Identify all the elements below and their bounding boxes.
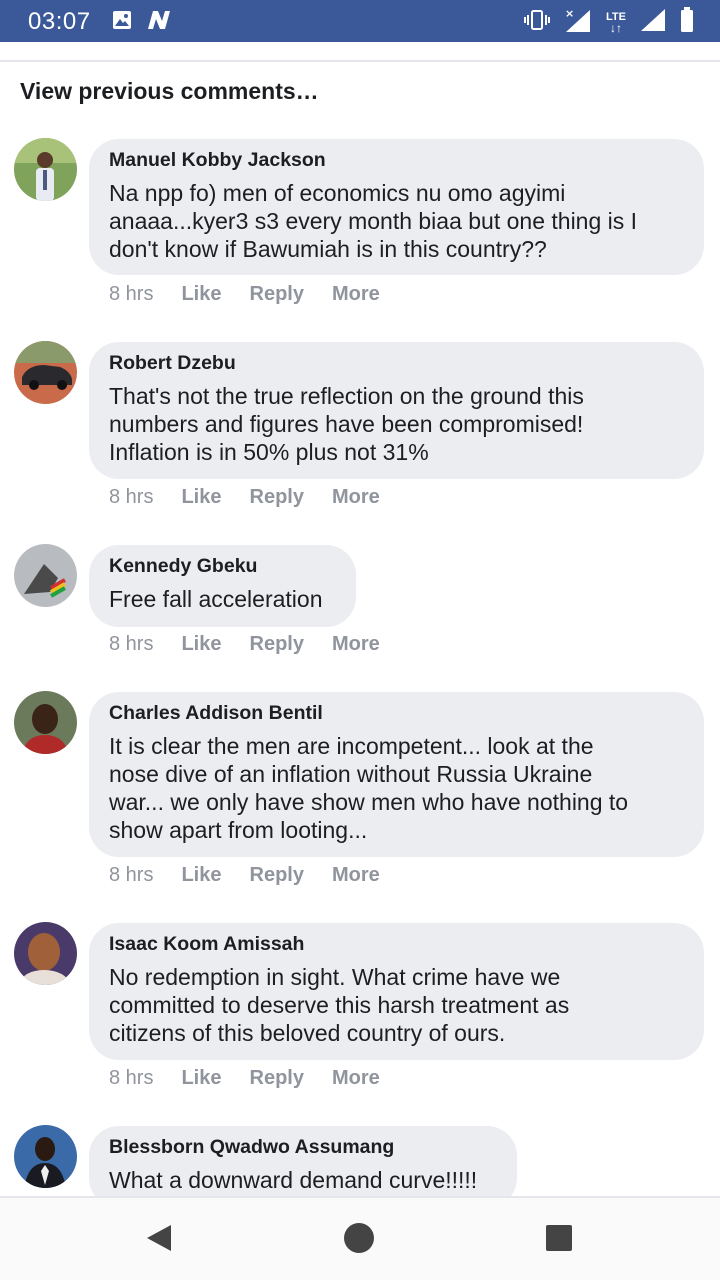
more-button[interactable]: More bbox=[332, 633, 380, 656]
reply-button[interactable]: Reply bbox=[250, 633, 304, 656]
avatar[interactable] bbox=[14, 138, 77, 201]
status-notification-icons bbox=[112, 10, 172, 35]
avatar[interactable] bbox=[14, 922, 77, 985]
comment-author[interactable]: Blessborn Qwadwo Assumang bbox=[109, 1135, 497, 1160]
signal-icon: × bbox=[564, 7, 592, 38]
more-button[interactable]: More bbox=[332, 486, 380, 509]
data-arrows-icon: ↓↑ bbox=[610, 20, 623, 35]
like-button[interactable]: Like bbox=[181, 864, 221, 887]
comment-bubble[interactable]: Robert Dzebu That's not the true reflect… bbox=[89, 342, 704, 479]
comment-author[interactable]: Isaac Koom Amissah bbox=[109, 932, 684, 957]
comment-author[interactable]: Charles Addison Bentil bbox=[109, 701, 684, 726]
avatar[interactable] bbox=[14, 691, 77, 754]
comments-list: Manuel Kobby Jackson Na npp fo) men of e… bbox=[0, 138, 720, 1196]
comment-time[interactable]: 8 hrs bbox=[109, 1067, 153, 1090]
avatar[interactable] bbox=[14, 544, 77, 607]
reply-button[interactable]: Reply bbox=[250, 486, 304, 509]
status-system-icons: × LTE ↓↑ bbox=[524, 7, 694, 38]
svg-text:×: × bbox=[565, 7, 574, 20]
comment-author[interactable]: Manuel Kobby Jackson bbox=[109, 148, 684, 173]
comment-time[interactable]: 8 hrs bbox=[109, 633, 153, 656]
comment-bubble[interactable]: Kennedy Gbeku Free fall acceleration bbox=[89, 545, 356, 627]
status-bar: 03:07 × LTE ↓↑ bbox=[0, 0, 720, 42]
comment-actions: 8 hrs Like Reply More bbox=[109, 283, 408, 306]
more-button[interactable]: More bbox=[332, 1067, 380, 1090]
comment-text: What a downward demand curve!!!!! bbox=[109, 1167, 478, 1193]
comment-bubble[interactable]: Manuel Kobby Jackson Na npp fo) men of e… bbox=[89, 139, 704, 275]
comment-author[interactable]: Robert Dzebu bbox=[109, 351, 684, 376]
comment-author[interactable]: Kennedy Gbeku bbox=[109, 554, 336, 579]
reply-button[interactable]: Reply bbox=[250, 1067, 304, 1090]
more-button[interactable]: More bbox=[332, 283, 380, 306]
n-app-icon bbox=[146, 10, 172, 35]
like-button[interactable]: Like bbox=[181, 283, 221, 306]
comment-text: It is clear the men are incompetent... l… bbox=[109, 733, 629, 843]
comment-text: Na npp fo) men of economics nu omo agyim… bbox=[109, 180, 638, 262]
like-button[interactable]: Like bbox=[181, 486, 221, 509]
comment-time[interactable]: 8 hrs bbox=[109, 486, 153, 509]
header-divider bbox=[0, 60, 720, 62]
like-button[interactable]: Like bbox=[181, 633, 221, 656]
avatar[interactable] bbox=[14, 1125, 77, 1188]
avatar[interactable] bbox=[14, 341, 77, 404]
comment-text: No redemption in sight. What crime have … bbox=[109, 964, 570, 1046]
comment-time[interactable]: 8 hrs bbox=[109, 283, 153, 306]
system-nav-bar bbox=[0, 1198, 720, 1280]
battery-icon bbox=[680, 7, 694, 38]
like-button[interactable]: Like bbox=[181, 1067, 221, 1090]
reply-button[interactable]: Reply bbox=[250, 864, 304, 887]
comment-bubble[interactable]: Isaac Koom Amissah No redemption in sigh… bbox=[89, 923, 704, 1060]
comment-bubble[interactable]: Charles Addison Bentil It is clear the m… bbox=[89, 692, 704, 857]
home-circle-icon[interactable] bbox=[339, 1218, 379, 1258]
comment-actions: 8 hrs Like Reply More bbox=[109, 486, 408, 509]
comment-actions: 8 hrs Like Reply More bbox=[109, 864, 408, 887]
back-triangle-icon[interactable] bbox=[139, 1218, 179, 1258]
view-previous-comments-link[interactable]: View previous comments… bbox=[20, 78, 319, 105]
reply-button[interactable]: Reply bbox=[250, 283, 304, 306]
image-icon bbox=[112, 10, 132, 35]
comment-text: Free fall acceleration bbox=[109, 586, 323, 612]
signal-icon bbox=[640, 8, 666, 37]
comment-bubble[interactable]: Blessborn Qwadwo Assumang What a downwar… bbox=[89, 1126, 517, 1196]
lte-icon: LTE ↓↑ bbox=[606, 11, 626, 35]
vibrate-icon bbox=[524, 8, 551, 37]
more-button[interactable]: More bbox=[332, 864, 380, 887]
status-time: 03:07 bbox=[28, 8, 91, 35]
comment-text: That's not the true reflection on the gr… bbox=[109, 383, 584, 465]
recents-square-icon[interactable] bbox=[539, 1218, 579, 1258]
comment-actions: 8 hrs Like Reply More bbox=[109, 1067, 408, 1090]
comment-time[interactable]: 8 hrs bbox=[109, 864, 153, 887]
comment-actions: 8 hrs Like Reply More bbox=[109, 633, 408, 656]
